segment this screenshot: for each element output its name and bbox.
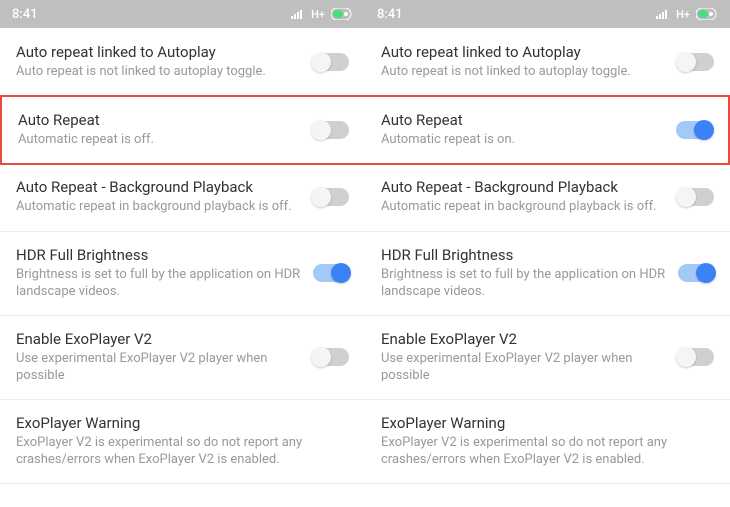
network-type: H+ — [676, 8, 690, 21]
toggle-switch[interactable] — [678, 348, 714, 366]
setting-text: Enable ExoPlayer V2 Use experimental ExoP… — [16, 330, 313, 385]
signal-icon — [291, 7, 305, 22]
status-bar: 8:41 H+ — [0, 0, 365, 28]
screen-right: 8:41 H+ Auto repeat linked to AutoplayAu… — [365, 0, 730, 507]
setting-text: Auto repeat linked to Autoplay Auto repea… — [381, 43, 678, 81]
setting-subtitle: Automatic repeat in background playback … — [381, 198, 666, 216]
setting-title: HDR Full Brightness — [16, 246, 301, 264]
setting-row[interactable]: Auto repeat linked to Autoplay Auto repea… — [365, 28, 730, 96]
setting-subtitle: Automatic repeat in background playback … — [16, 198, 301, 216]
setting-row[interactable]: Auto Repeat Automatic repeat is on. — [365, 95, 730, 165]
toggle-switch[interactable] — [678, 53, 714, 71]
setting-row[interactable]: Auto repeat linked to Autoplay Auto repea… — [0, 28, 365, 96]
status-bar: 8:41 H+ — [365, 0, 730, 28]
toggle-knob — [311, 52, 331, 72]
toggle-knob — [696, 263, 716, 283]
setting-text: Auto Repeat Automatic repeat is on. — [381, 111, 676, 149]
setting-title: Enable ExoPlayer V2 — [16, 330, 301, 348]
setting-row[interactable]: ExoPlayer Warning ExoPlayer V2 is experim… — [0, 400, 365, 484]
network-type: H+ — [311, 8, 325, 21]
toggle-knob — [331, 263, 351, 283]
toggle-switch[interactable] — [313, 53, 349, 71]
toggle-switch[interactable] — [313, 121, 349, 139]
setting-title: Auto Repeat — [18, 111, 301, 129]
settings-list[interactable]: Auto repeat linked to Autoplay Auto repea… — [365, 28, 730, 507]
toggle-knob — [311, 347, 331, 367]
setting-subtitle: ExoPlayer V2 is experimental so do not r… — [16, 434, 337, 469]
setting-subtitle: Auto repeat is not linked to autoplay to… — [16, 63, 301, 81]
setting-text: Auto Repeat - Background Playback Automat… — [16, 178, 313, 216]
setting-subtitle: Automatic repeat is off. — [18, 131, 301, 149]
setting-text: ExoPlayer Warning ExoPlayer V2 is experim… — [16, 414, 349, 469]
battery-icon — [331, 7, 353, 22]
screen-left: 8:41 H+ Auto repeat linked to AutoplayAu… — [0, 0, 365, 507]
setting-title: HDR Full Brightness — [381, 246, 666, 264]
toggle-switch[interactable] — [313, 348, 349, 366]
setting-text: HDR Full Brightness Brightness is set to … — [16, 246, 313, 301]
setting-row[interactable]: HDR Full Brightness Brightness is set to … — [365, 232, 730, 316]
battery-icon — [696, 7, 718, 22]
setting-subtitle: Automatic repeat is on. — [381, 131, 664, 149]
setting-subtitle: Use experimental ExoPlayer V2 player whe… — [381, 350, 666, 385]
setting-text: ExoPlayer Warning ExoPlayer V2 is experim… — [381, 414, 714, 469]
setting-text: Auto repeat linked to Autoplay Auto repea… — [16, 43, 313, 81]
setting-title: Auto repeat linked to Autoplay — [16, 43, 301, 61]
toggle-switch[interactable] — [676, 121, 712, 139]
settings-list[interactable]: Auto repeat linked to Autoplay Auto repea… — [0, 28, 365, 507]
setting-subtitle: Use experimental ExoPlayer V2 player whe… — [16, 350, 301, 385]
setting-subtitle: Auto repeat is not linked to autoplay to… — [381, 63, 666, 81]
setting-row[interactable]: Enable ExoPlayer V2 Use experimental ExoP… — [0, 316, 365, 400]
toggle-knob — [311, 120, 331, 140]
setting-row[interactable]: Auto Repeat - Background Playback Automat… — [0, 164, 365, 232]
setting-row[interactable]: Auto Repeat Automatic repeat is off. — [0, 95, 365, 165]
setting-row[interactable]: HDR Full Brightness Brightness is set to … — [0, 232, 365, 316]
setting-title: ExoPlayer Warning — [381, 414, 702, 432]
setting-title: Enable ExoPlayer V2 — [381, 330, 666, 348]
setting-row[interactable]: Auto Repeat - Background Playback Automat… — [365, 164, 730, 232]
toggle-switch[interactable] — [313, 188, 349, 206]
toggle-knob — [676, 187, 696, 207]
setting-subtitle: ExoPlayer V2 is experimental so do not r… — [381, 434, 702, 469]
toggle-switch[interactable] — [678, 264, 714, 282]
setting-title: Auto Repeat - Background Playback — [16, 178, 301, 196]
toggle-knob — [694, 120, 714, 140]
status-icons: H+ — [291, 7, 353, 22]
toggle-switch[interactable] — [313, 264, 349, 282]
setting-subtitle: Brightness is set to full by the applica… — [381, 266, 666, 301]
toggle-knob — [676, 52, 696, 72]
setting-title: Auto Repeat — [381, 111, 664, 129]
toggle-switch[interactable] — [678, 188, 714, 206]
setting-subtitle: Brightness is set to full by the applica… — [16, 266, 301, 301]
toggle-knob — [676, 347, 696, 367]
signal-icon — [656, 7, 670, 22]
status-icons: H+ — [656, 7, 718, 22]
setting-row[interactable]: ExoPlayer Warning ExoPlayer V2 is experim… — [365, 400, 730, 484]
setting-text: Auto Repeat - Background Playback Automat… — [381, 178, 678, 216]
toggle-knob — [311, 187, 331, 207]
status-time: 8:41 — [12, 7, 38, 22]
setting-text: Enable ExoPlayer V2 Use experimental ExoP… — [381, 330, 678, 385]
setting-text: HDR Full Brightness Brightness is set to … — [381, 246, 678, 301]
setting-title: ExoPlayer Warning — [16, 414, 337, 432]
setting-text: Auto Repeat Automatic repeat is off. — [18, 111, 313, 149]
setting-row[interactable]: Enable ExoPlayer V2 Use experimental ExoP… — [365, 316, 730, 400]
status-time: 8:41 — [377, 7, 403, 22]
setting-title: Auto repeat linked to Autoplay — [381, 43, 666, 61]
setting-title: Auto Repeat - Background Playback — [381, 178, 666, 196]
